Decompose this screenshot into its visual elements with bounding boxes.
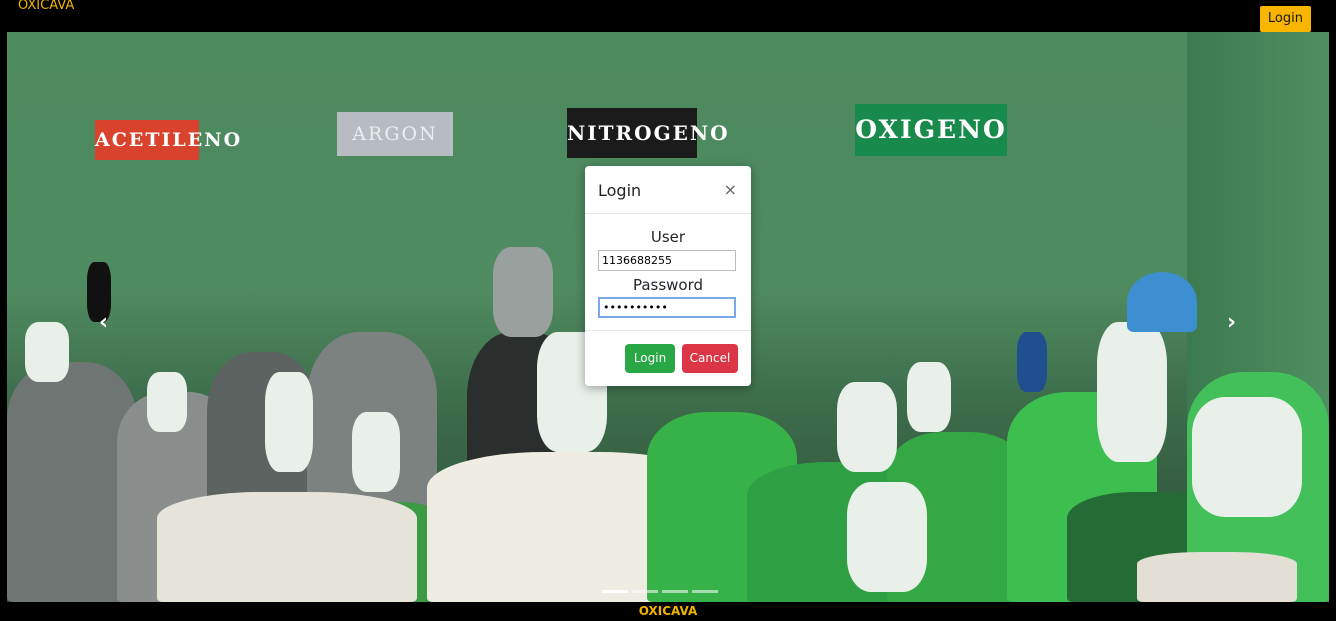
carousel-indicator[interactable] — [692, 590, 718, 593]
sign-acetileno: ACETILENO — [95, 120, 240, 160]
cancel-button[interactable]: Cancel — [682, 344, 738, 373]
login-button[interactable]: Login — [1259, 6, 1311, 32]
sign-argon: ARGON — [337, 112, 453, 156]
brand-link[interactable]: OXICAVA — [18, 0, 74, 13]
modal-header: Login × — [585, 166, 751, 214]
modal-divider — [585, 330, 751, 331]
user-field[interactable] — [598, 250, 736, 271]
carousel-indicators — [602, 590, 718, 593]
modal-title: Login — [598, 181, 642, 200]
carousel-indicator[interactable] — [602, 590, 628, 593]
user-label: User — [650, 228, 686, 246]
login-submit-button[interactable]: Login — [625, 344, 675, 373]
top-navbar: OXICAVA Login — [0, 0, 1336, 32]
footer-brand: OXICAVA — [638, 604, 698, 618]
password-field[interactable] — [598, 297, 736, 318]
sign-oxigeno: OXIGENO — [855, 104, 1007, 156]
password-label: Password — [632, 276, 704, 294]
footer: OXICAVA — [0, 602, 1336, 621]
carousel-indicator[interactable] — [632, 590, 658, 593]
close-icon[interactable]: × — [724, 180, 737, 199]
chevron-left-icon[interactable]: ‹ — [99, 310, 108, 335]
chevron-right-icon[interactable]: › — [1227, 310, 1236, 335]
carousel-indicator[interactable] — [662, 590, 688, 593]
login-modal: Login × User Password Login Cancel — [585, 166, 751, 386]
sign-nitrogeno: NITROGENO — [567, 108, 728, 158]
